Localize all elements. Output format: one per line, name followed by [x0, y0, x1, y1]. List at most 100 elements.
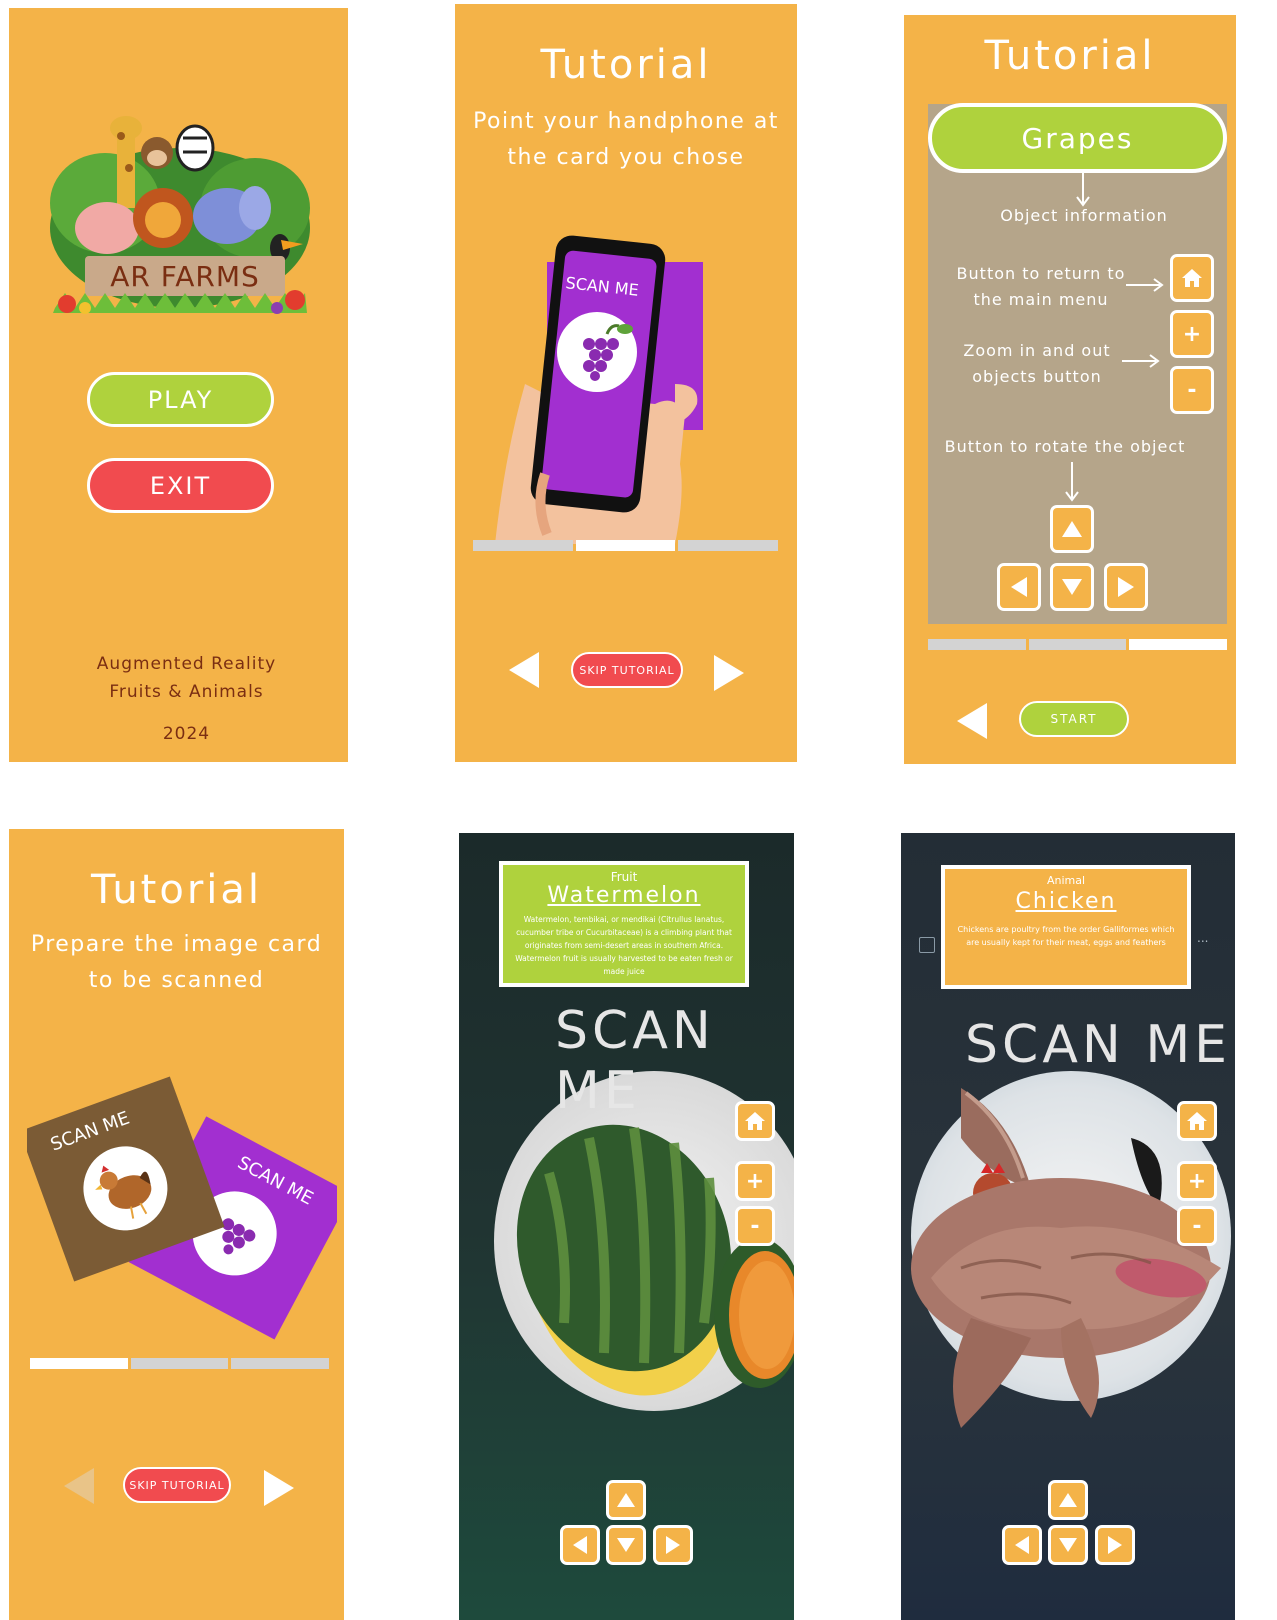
minus-icon: - — [1187, 377, 1197, 403]
zoom-out-button[interactable]: - — [1177, 1206, 1217, 1246]
exit-button[interactable]: EXIT — [87, 458, 274, 513]
home-icon — [1187, 1112, 1207, 1130]
zoom-desc-line-1: Zoom in and out — [963, 341, 1111, 360]
home-button[interactable] — [735, 1101, 775, 1141]
arrow-up-icon — [1062, 521, 1082, 537]
page-title: Tutorial — [984, 33, 1156, 79]
arrow-left-icon — [573, 1536, 587, 1554]
play-button[interactable]: PLAY — [87, 372, 274, 427]
arrow-down-icon — [617, 1538, 635, 1552]
subtitle-line-2: the card you chose — [507, 145, 745, 170]
arrow-right-icon — [1126, 277, 1164, 297]
object-info-label: Object information — [1000, 206, 1168, 225]
footer-line-1: Augmented Reality — [96, 654, 277, 674]
start-button[interactable]: START — [1019, 701, 1129, 737]
rotate-left-button[interactable] — [560, 1525, 600, 1565]
tutorial-point-screen: Tutorial Point your handphone at the car… — [455, 4, 797, 762]
arrow-right-icon — [666, 1536, 680, 1554]
exit-button-label: EXIT — [149, 471, 212, 500]
object-name: Watermelon — [547, 883, 701, 908]
footer-line-2: Fruits & Animals — [109, 682, 264, 702]
object-name-label: Grapes — [1021, 121, 1134, 155]
main-menu-screen: AR FARMS PLAY EXIT Augmented Reality Fru… — [9, 8, 348, 762]
subtitle-line-1: Prepare the image card — [30, 932, 323, 957]
plus-icon: + — [745, 1168, 765, 1194]
zoom-button-description: Zoom in and out objects button — [942, 338, 1132, 390]
object-category: Fruit — [610, 870, 638, 884]
tutorial-subtitle: Point your handphone at the card you cho… — [455, 104, 797, 176]
tutorial-prepare-screen: Tutorial Prepare the image card to be sc… — [9, 829, 344, 1620]
plus-icon: + — [1182, 321, 1202, 347]
ar-watermelon-screen: SCAN ME Fruit Watermelon Watermelon, tem… — [459, 833, 794, 1620]
arrow-down-icon — [1062, 579, 1082, 595]
rotate-up-button[interactable] — [1050, 505, 1094, 553]
rotate-left-button[interactable] — [1002, 1525, 1042, 1565]
zoom-out-button[interactable]: - — [735, 1206, 775, 1246]
tutorial-buttons-screen: Tutorial Grapes Object information Butto… — [904, 15, 1236, 764]
previous-arrow-icon — [64, 1468, 94, 1504]
zoom-out-button[interactable]: - — [1170, 366, 1214, 414]
home-icon — [745, 1112, 765, 1130]
arrow-right-icon — [1108, 1536, 1122, 1554]
rotate-button-description: Button to rotate the object — [944, 437, 1186, 456]
arrow-up-icon — [617, 1493, 635, 1507]
progress-step-2 — [575, 540, 676, 551]
rotate-left-button[interactable] — [997, 563, 1041, 611]
rotate-down-button[interactable] — [606, 1525, 646, 1565]
rotate-down-button[interactable] — [1048, 1525, 1088, 1565]
progress-step-1 — [473, 540, 573, 551]
zoom-in-button[interactable]: + — [735, 1161, 775, 1201]
tutorial-subtitle: Prepare the image card to be scanned — [9, 927, 344, 999]
ar-farms-logo: AR FARMS — [45, 108, 315, 323]
progress-step-3 — [678, 540, 779, 551]
rotate-right-button[interactable] — [653, 1525, 693, 1565]
object-name-banner: Grapes — [928, 103, 1227, 173]
progress-step-1 — [30, 1358, 128, 1369]
object-name: Chicken — [1015, 889, 1117, 914]
edit-icon[interactable] — [919, 937, 935, 953]
skip-tutorial-label: SKIP TUTORIAL — [579, 663, 675, 677]
minus-icon: - — [1192, 1213, 1202, 1239]
previous-arrow-icon[interactable] — [957, 703, 987, 739]
rotate-right-button[interactable] — [1095, 1525, 1135, 1565]
object-category: Animal — [1046, 874, 1086, 887]
rotate-right-button[interactable] — [1104, 563, 1148, 611]
home-button-description: Button to return to the main menu — [946, 261, 1136, 313]
next-arrow-icon[interactable] — [714, 655, 744, 691]
skip-tutorial-button[interactable]: SKIP TUTORIAL — [123, 1467, 231, 1503]
overflow-menu-icon[interactable]: ... — [1197, 931, 1208, 945]
minus-icon: - — [750, 1213, 760, 1239]
arrow-right-icon — [1118, 577, 1134, 597]
tutorial-progress-bar — [30, 1358, 330, 1369]
skip-tutorial-label: SKIP TUTORIAL — [129, 1478, 225, 1492]
arrow-up-icon — [1059, 1493, 1077, 1507]
home-button[interactable] — [1170, 254, 1214, 302]
object-info-card: Animal Chicken Chickens are poultry from… — [941, 865, 1191, 989]
animals-illustration-icon: AR FARMS — [50, 116, 310, 314]
rotate-up-button[interactable] — [606, 1480, 646, 1520]
progress-step-3 — [1129, 639, 1228, 650]
object-description: Watermelon, tembikai, or mendikai (Citru… — [515, 915, 733, 976]
zoom-in-button[interactable]: + — [1177, 1161, 1217, 1201]
home-button[interactable] — [1177, 1101, 1217, 1141]
arrow-left-icon — [1011, 577, 1027, 597]
arrow-down-icon — [1059, 1538, 1077, 1552]
play-button-label: PLAY — [147, 385, 214, 414]
rotate-up-button[interactable] — [1048, 1480, 1088, 1520]
tutorial-progress-bar — [928, 639, 1228, 650]
next-arrow-icon[interactable] — [264, 1470, 294, 1506]
svg-text:AR FARMS: AR FARMS — [110, 260, 260, 293]
arrow-right-icon — [1122, 353, 1160, 373]
image-cards-illustration: SCAN ME SCAN ME — [19, 1044, 344, 1344]
previous-arrow-icon[interactable] — [509, 652, 539, 688]
rotate-down-button[interactable] — [1050, 563, 1094, 611]
arrow-left-icon — [1015, 1536, 1029, 1554]
home-desc-line-1: Button to return to — [956, 264, 1126, 283]
menu-footer: Augmented Reality Fruits & Animals 2024 — [9, 650, 348, 748]
progress-step-1 — [928, 639, 1026, 650]
skip-tutorial-button[interactable]: SKIP TUTORIAL — [571, 652, 683, 688]
page-title: Tutorial — [540, 42, 712, 88]
zoom-in-button[interactable]: + — [1170, 310, 1214, 358]
zoom-desc-line-2: objects button — [972, 367, 1102, 386]
subtitle-line-1: Point your handphone at — [473, 109, 779, 134]
